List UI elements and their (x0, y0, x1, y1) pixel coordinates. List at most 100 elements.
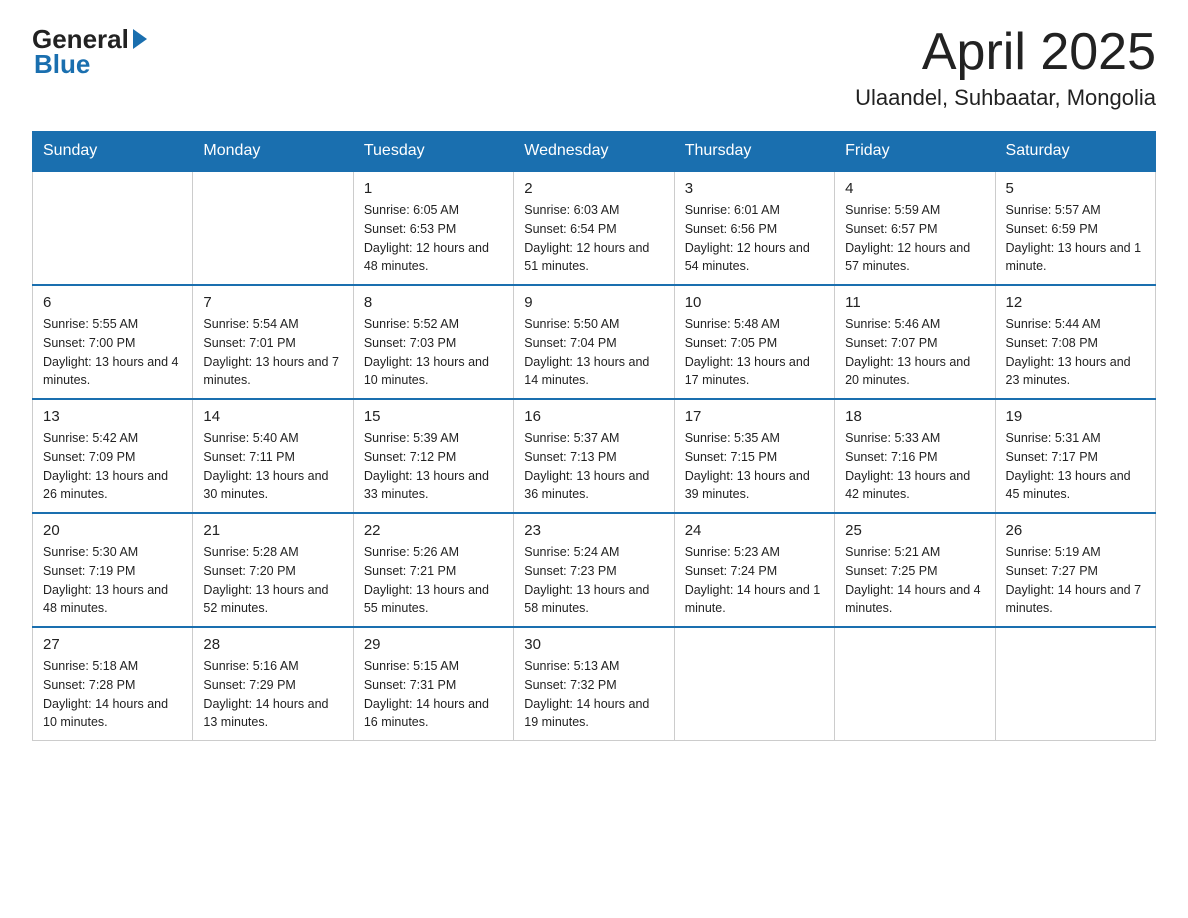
weekday-header-sunday: Sunday (33, 132, 193, 172)
calendar-cell (835, 627, 995, 741)
calendar-cell: 17 Sunrise: 5:35 AMSunset: 7:15 PMDayligh… (674, 399, 834, 513)
calendar-cell: 30Sunrise: 5:13 AMSunset: 7:32 PMDayligh… (514, 627, 674, 741)
day-info: Sunrise: 5:35 AMSunset: 7:15 PMDaylight:… (685, 429, 824, 504)
calendar-week-row: 20 Sunrise: 5:30 AMSunset: 7:19 PMDayligh… (33, 513, 1156, 627)
day-number: 3 (685, 180, 824, 197)
calendar-cell: 12 Sunrise: 5:44 AMSunset: 7:08 PMDayligh… (995, 285, 1155, 399)
day-number: 11 (845, 294, 984, 311)
calendar-cell: 28 Sunrise: 5:16 AMSunset: 7:29 PMDayligh… (193, 627, 353, 741)
day-info: Sunrise: 5:16 AMSunset: 7:29 PMDaylight:… (203, 657, 342, 732)
weekday-header-friday: Friday (835, 132, 995, 172)
weekday-header-thursday: Thursday (674, 132, 834, 172)
day-info: Sunrise: 6:05 AMSunset: 6:53 PMDaylight:… (364, 201, 503, 276)
day-number: 30 (524, 636, 663, 653)
calendar-cell: 3 Sunrise: 6:01 AMSunset: 6:56 PMDaylight… (674, 171, 834, 285)
logo: General Blue (32, 24, 147, 80)
weekday-header-tuesday: Tuesday (353, 132, 513, 172)
calendar-cell: 11 Sunrise: 5:46 AMSunset: 7:07 PMDayligh… (835, 285, 995, 399)
logo-arrow-icon (133, 29, 147, 49)
day-number: 24 (685, 522, 824, 539)
calendar-cell (674, 627, 834, 741)
day-number: 7 (203, 294, 342, 311)
day-info: Sunrise: 5:26 AMSunset: 7:21 PMDaylight:… (364, 543, 503, 618)
day-number: 17 (685, 408, 824, 425)
day-info: Sunrise: 5:28 AMSunset: 7:20 PMDaylight:… (203, 543, 342, 618)
calendar-cell (33, 171, 193, 285)
day-number: 22 (364, 522, 503, 539)
weekday-header-wednesday: Wednesday (514, 132, 674, 172)
calendar-cell: 24 Sunrise: 5:23 AMSunset: 7:24 PMDayligh… (674, 513, 834, 627)
weekday-header-saturday: Saturday (995, 132, 1155, 172)
day-info: Sunrise: 5:50 AMSunset: 7:04 PMDaylight:… (524, 315, 663, 390)
day-number: 14 (203, 408, 342, 425)
calendar-cell: 10 Sunrise: 5:48 AMSunset: 7:05 PMDayligh… (674, 285, 834, 399)
day-number: 26 (1006, 522, 1145, 539)
day-info: Sunrise: 5:23 AMSunset: 7:24 PMDaylight:… (685, 543, 824, 618)
day-number: 12 (1006, 294, 1145, 311)
calendar-cell: 27 Sunrise: 5:18 AMSunset: 7:28 PMDayligh… (33, 627, 193, 741)
day-number: 10 (685, 294, 824, 311)
calendar-cell: 15 Sunrise: 5:39 AMSunset: 7:12 PMDayligh… (353, 399, 513, 513)
calendar-cell: 26 Sunrise: 5:19 AMSunset: 7:27 PMDayligh… (995, 513, 1155, 627)
day-number: 29 (364, 636, 503, 653)
day-number: 1 (364, 180, 503, 197)
title-section: April 2025 Ulaandel, Suhbaatar, Mongolia (855, 24, 1156, 111)
day-info: Sunrise: 6:03 AMSunset: 6:54 PMDaylight:… (524, 201, 663, 276)
day-info: Sunrise: 5:52 AMSunset: 7:03 PMDaylight:… (364, 315, 503, 390)
calendar-cell: 16Sunrise: 5:37 AMSunset: 7:13 PMDayligh… (514, 399, 674, 513)
day-number: 23 (524, 522, 663, 539)
day-number: 18 (845, 408, 984, 425)
day-info: Sunrise: 5:57 AMSunset: 6:59 PMDaylight:… (1006, 201, 1145, 276)
calendar-table: SundayMondayTuesdayWednesdayThursdayFrid… (32, 131, 1156, 741)
day-info: Sunrise: 5:48 AMSunset: 7:05 PMDaylight:… (685, 315, 824, 390)
logo-blue-text: Blue (34, 49, 90, 80)
day-number: 8 (364, 294, 503, 311)
day-number: 15 (364, 408, 503, 425)
day-info: Sunrise: 5:46 AMSunset: 7:07 PMDaylight:… (845, 315, 984, 390)
month-title: April 2025 (855, 24, 1156, 81)
day-number: 4 (845, 180, 984, 197)
calendar-week-row: 1 Sunrise: 6:05 AMSunset: 6:53 PMDaylight… (33, 171, 1156, 285)
calendar-cell: 5 Sunrise: 5:57 AMSunset: 6:59 PMDaylight… (995, 171, 1155, 285)
day-info: Sunrise: 5:44 AMSunset: 7:08 PMDaylight:… (1006, 315, 1145, 390)
day-info: Sunrise: 5:31 AMSunset: 7:17 PMDaylight:… (1006, 429, 1145, 504)
calendar-cell: 6Sunrise: 5:55 AMSunset: 7:00 PMDaylight… (33, 285, 193, 399)
calendar-cell (995, 627, 1155, 741)
day-number: 25 (845, 522, 984, 539)
day-info: Sunrise: 5:42 AMSunset: 7:09 PMDaylight:… (43, 429, 182, 504)
day-info: Sunrise: 5:19 AMSunset: 7:27 PMDaylight:… (1006, 543, 1145, 618)
day-number: 6 (43, 294, 182, 311)
calendar-cell (193, 171, 353, 285)
day-number: 19 (1006, 408, 1145, 425)
day-info: Sunrise: 5:37 AMSunset: 7:13 PMDaylight:… (524, 429, 663, 504)
calendar-week-row: 13Sunrise: 5:42 AMSunset: 7:09 PMDayligh… (33, 399, 1156, 513)
page-header: General Blue April 2025 Ulaandel, Suhbaa… (32, 24, 1156, 111)
day-info: Sunrise: 5:15 AMSunset: 7:31 PMDaylight:… (364, 657, 503, 732)
day-info: Sunrise: 5:24 AMSunset: 7:23 PMDaylight:… (524, 543, 663, 618)
day-number: 21 (203, 522, 342, 539)
calendar-cell: 13Sunrise: 5:42 AMSunset: 7:09 PMDayligh… (33, 399, 193, 513)
day-number: 5 (1006, 180, 1145, 197)
day-info: Sunrise: 5:39 AMSunset: 7:12 PMDaylight:… (364, 429, 503, 504)
calendar-cell: 23 Sunrise: 5:24 AMSunset: 7:23 PMDayligh… (514, 513, 674, 627)
day-info: Sunrise: 5:40 AMSunset: 7:11 PMDaylight:… (203, 429, 342, 504)
day-number: 28 (203, 636, 342, 653)
calendar-cell: 4 Sunrise: 5:59 AMSunset: 6:57 PMDaylight… (835, 171, 995, 285)
day-info: Sunrise: 6:01 AMSunset: 6:56 PMDaylight:… (685, 201, 824, 276)
day-number: 20 (43, 522, 182, 539)
calendar-cell: 14 Sunrise: 5:40 AMSunset: 7:11 PMDayligh… (193, 399, 353, 513)
calendar-cell: 22 Sunrise: 5:26 AMSunset: 7:21 PMDayligh… (353, 513, 513, 627)
calendar-cell: 9 Sunrise: 5:50 AMSunset: 7:04 PMDaylight… (514, 285, 674, 399)
location: Ulaandel, Suhbaatar, Mongolia (855, 85, 1156, 111)
calendar-cell: 21 Sunrise: 5:28 AMSunset: 7:20 PMDayligh… (193, 513, 353, 627)
day-info: Sunrise: 5:59 AMSunset: 6:57 PMDaylight:… (845, 201, 984, 276)
weekday-header-monday: Monday (193, 132, 353, 172)
day-number: 2 (524, 180, 663, 197)
calendar-cell: 7Sunrise: 5:54 AMSunset: 7:01 PMDaylight… (193, 285, 353, 399)
calendar-week-row: 27 Sunrise: 5:18 AMSunset: 7:28 PMDayligh… (33, 627, 1156, 741)
day-info: Sunrise: 5:18 AMSunset: 7:28 PMDaylight:… (43, 657, 182, 732)
day-number: 27 (43, 636, 182, 653)
day-info: Sunrise: 5:30 AMSunset: 7:19 PMDaylight:… (43, 543, 182, 618)
day-number: 9 (524, 294, 663, 311)
calendar-cell: 1 Sunrise: 6:05 AMSunset: 6:53 PMDaylight… (353, 171, 513, 285)
